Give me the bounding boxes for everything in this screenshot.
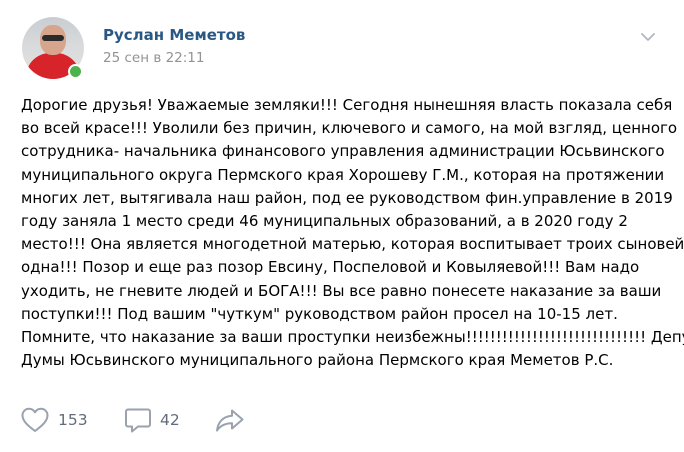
post-card: Руслан Меметов 25 сен в 22:11 Дорогие др… [0,0,684,452]
post-text-line: многих лет, вытягивала наш район, под ее… [21,188,673,207]
post-date-link[interactable]: 25 сен в 22:11 [103,50,204,66]
post-text-line: Дорогие друзья! Уважаемые земляки!!! Сег… [21,96,673,114]
share-button[interactable] [214,402,246,438]
author-name-link[interactable]: Руслан Меметов [103,26,245,44]
like-button[interactable]: 153 [20,402,88,438]
post-text-line: сотрудника- начальника финансового управ… [21,142,665,161]
post-text-line: место!!! Она является многодетной матерь… [21,235,684,254]
post-text-line: муниципального округа Пермского края Хор… [21,165,665,184]
post-text-line: году заняла 1 место среди 46 муниципальн… [21,212,628,231]
comment-count: 42 [160,411,180,429]
post-text-line: Думы Юсьвинского муниципального района П… [21,351,614,370]
like-count: 153 [58,411,88,429]
post-text-line: во всей красе!!! Уволили без причин, клю… [21,119,678,138]
comment-button[interactable]: 42 [124,402,180,438]
online-indicator-icon [68,64,83,79]
chevron-down-icon[interactable] [640,32,656,42]
post-text-line: уходить, не гневите людей и БОГА!!! Вы в… [21,281,662,300]
heart-icon [21,407,49,432]
post-text-line: Помните, что наказание за ваши проступки… [21,328,684,347]
comment-bubble-icon [125,408,151,433]
post-text-line: одна!!! Позор и еще раз позор Евсину, По… [21,258,640,277]
post-text-line: поступки!!! Под вашим "чуткум" руководст… [21,304,618,323]
post-text: Дорогие друзья! Уважаемые земляки!!! Сег… [21,94,684,372]
avatar-glasses [42,35,64,41]
share-arrow-icon [216,409,244,432]
